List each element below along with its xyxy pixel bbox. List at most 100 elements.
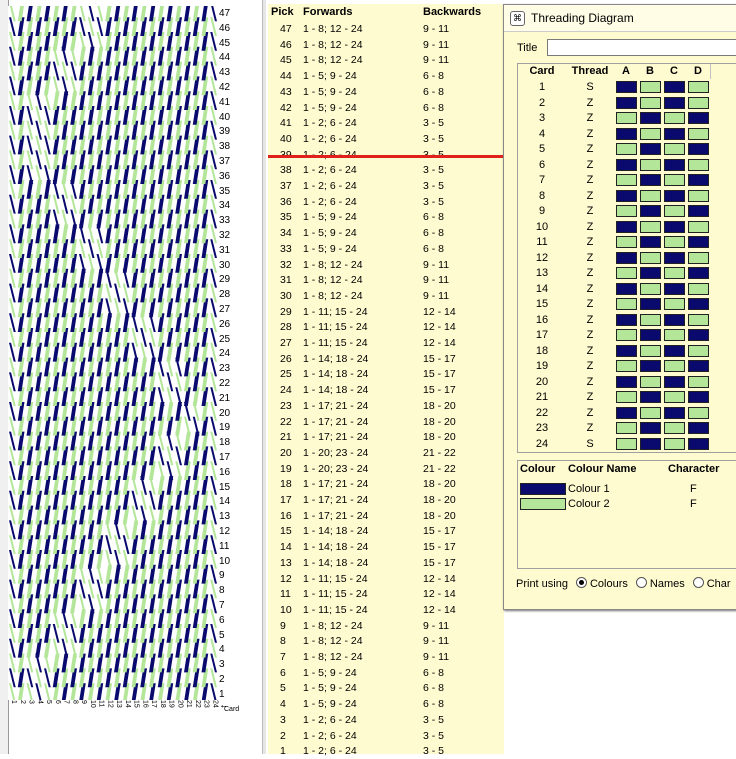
hole-colour-swatch[interactable]: [640, 205, 661, 217]
colour-table-column-header[interactable]: Character: [668, 462, 719, 477]
hole-colour-swatch[interactable]: [664, 236, 685, 248]
hole-colour-swatch[interactable]: [688, 205, 709, 217]
card-row[interactable]: 3Z: [518, 111, 736, 126]
print-option-radio[interactable]: [635, 577, 647, 588]
card-row[interactable]: 6Z: [518, 158, 736, 173]
hole-colour-swatch[interactable]: [616, 174, 637, 186]
card-row[interactable]: 15 Z: [518, 297, 736, 312]
hole-colour-swatch[interactable]: [640, 143, 661, 155]
pick-row[interactable]: 31 1 - 8; 12 - 24 9 - 11: [268, 273, 504, 288]
hole-colour-swatch[interactable]: [616, 143, 637, 155]
pane-splitter[interactable]: [262, 0, 266, 754]
hole-colour-swatch[interactable]: [616, 437, 637, 450]
print-option-radio[interactable]: [692, 577, 704, 588]
hole-colour-swatch[interactable]: [616, 112, 637, 124]
card-row[interactable]: 16 Z: [518, 313, 736, 328]
hole-colour-swatch[interactable]: [616, 282, 637, 295]
pick-column-header[interactable]: Pick: [271, 6, 294, 18]
pick-row[interactable]: 47 1 - 8; 12 - 24 9 - 11: [268, 22, 504, 37]
hole-colour-swatch[interactable]: [616, 81, 637, 93]
hole-colour-swatch[interactable]: [688, 313, 709, 326]
hole-colour-swatch[interactable]: [640, 112, 661, 124]
pick-row[interactable]: 8 1 - 8; 12 - 24 9 - 11: [268, 634, 504, 649]
pick-row[interactable]: 10 1 - 11; 15 - 24 12 - 14: [268, 603, 504, 618]
pick-row[interactable]: 25 1 - 14; 18 - 24 15 - 17: [268, 367, 504, 382]
hole-colour-swatch[interactable]: [616, 360, 637, 372]
card-row[interactable]: 23 Z: [518, 421, 736, 436]
card-row[interactable]: 2Z: [518, 96, 736, 111]
hole-colour-swatch[interactable]: [640, 437, 661, 450]
hole-colour-swatch[interactable]: [664, 267, 685, 279]
card-row[interactable]: 18 Z: [518, 344, 736, 359]
hole-colour-swatch[interactable]: [664, 189, 685, 202]
pick-row[interactable]: 40 1 - 2; 6 - 24 3 - 5: [268, 132, 504, 147]
hole-colour-swatch[interactable]: [640, 298, 661, 310]
hole-colour-swatch[interactable]: [688, 158, 709, 171]
pick-row[interactable]: 14 1 - 14; 18 - 24 15 - 17: [268, 540, 504, 555]
hole-colour-swatch[interactable]: [640, 220, 661, 233]
hole-colour-swatch[interactable]: [640, 189, 661, 202]
forwards-column-header[interactable]: Forwards: [303, 6, 353, 18]
pick-row[interactable]: 22 1 - 17; 21 - 24 18 - 20: [268, 415, 504, 430]
hole-colour-swatch[interactable]: [664, 344, 685, 357]
title-input[interactable]: [547, 39, 736, 56]
pick-row[interactable]: 19 1 - 20; 23 - 24 21 - 22: [268, 462, 504, 477]
hole-colour-swatch[interactable]: [640, 267, 661, 279]
card-row[interactable]: 12 Z: [518, 251, 736, 266]
hole-colour-swatch[interactable]: [664, 112, 685, 124]
current-pick-marker[interactable]: [268, 155, 504, 158]
pick-row[interactable]: 6 1 - 5; 9 - 24 6 - 8: [268, 666, 504, 681]
hole-colour-swatch[interactable]: [616, 127, 637, 140]
hole-colour-swatch[interactable]: [688, 127, 709, 140]
hole-colour-swatch[interactable]: [688, 220, 709, 233]
pick-row[interactable]: 35 1 - 5; 9 - 24 6 - 8: [268, 210, 504, 225]
hole-colour-swatch[interactable]: [688, 422, 709, 434]
hole-colour-swatch[interactable]: [616, 329, 637, 341]
hole-colour-swatch[interactable]: [640, 406, 661, 419]
hole-colour-swatch[interactable]: [640, 422, 661, 434]
pick-row[interactable]: 27 1 - 11; 15 - 24 12 - 14: [268, 336, 504, 351]
hole-colour-swatch[interactable]: [640, 251, 661, 264]
hole-colour-swatch[interactable]: [688, 437, 709, 450]
hole-colour-swatch[interactable]: [688, 375, 709, 388]
hole-colour-swatch[interactable]: [664, 127, 685, 140]
card-table-column-header[interactable]: A: [614, 64, 639, 79]
card-row[interactable]: 24 S: [518, 437, 736, 452]
pick-row[interactable]: 45 1 - 8; 12 - 24 9 - 11: [268, 53, 504, 68]
pick-row[interactable]: 11 1 - 11; 15 - 24 12 - 14: [268, 587, 504, 602]
hole-colour-swatch[interactable]: [640, 391, 661, 403]
hole-colour-swatch[interactable]: [688, 189, 709, 202]
card-table-column-header[interactable]: Thread: [566, 64, 615, 79]
pick-row[interactable]: 2 1 - 2; 6 - 24 3 - 5: [268, 729, 504, 744]
hole-colour-swatch[interactable]: [664, 360, 685, 372]
hole-colour-swatch[interactable]: [688, 360, 709, 372]
hole-colour-swatch[interactable]: [616, 267, 637, 279]
hole-colour-swatch[interactable]: [616, 205, 637, 217]
card-row[interactable]: 22 Z: [518, 406, 736, 421]
hole-colour-swatch[interactable]: [616, 344, 637, 357]
hole-colour-swatch[interactable]: [640, 81, 661, 93]
hole-colour-swatch[interactable]: [640, 282, 661, 295]
pick-row[interactable]: 44 1 - 5; 9 - 24 6 - 8: [268, 69, 504, 84]
hole-colour-swatch[interactable]: [664, 406, 685, 419]
card-row[interactable]: 8Z: [518, 189, 736, 204]
pick-row[interactable]: 9 1 - 8; 12 - 24 9 - 11: [268, 619, 504, 634]
card-row[interactable]: 20 Z: [518, 375, 736, 390]
pick-row[interactable]: 4 1 - 5; 9 - 24 6 - 8: [268, 697, 504, 712]
card-row[interactable]: 13 Z: [518, 266, 736, 281]
hole-colour-swatch[interactable]: [664, 251, 685, 264]
card-row[interactable]: 19 Z: [518, 359, 736, 374]
hole-colour-swatch[interactable]: [640, 360, 661, 372]
hole-colour-swatch[interactable]: [688, 344, 709, 357]
colour-table-column-header[interactable]: Colour: [520, 462, 555, 477]
hole-colour-swatch[interactable]: [664, 282, 685, 295]
hole-colour-swatch[interactable]: [664, 391, 685, 403]
card-row[interactable]: 4Z: [518, 127, 736, 142]
hole-colour-swatch[interactable]: [664, 205, 685, 217]
pick-row[interactable]: 43 1 - 5; 9 - 24 6 - 8: [268, 85, 504, 100]
hole-colour-swatch[interactable]: [616, 158, 637, 171]
pick-row[interactable]: 16 1 - 17; 21 - 24 18 - 20: [268, 509, 504, 524]
hole-colour-swatch[interactable]: [664, 375, 685, 388]
hole-colour-swatch[interactable]: [688, 267, 709, 279]
pick-row[interactable]: 5 1 - 5; 9 - 24 6 - 8: [268, 681, 504, 696]
